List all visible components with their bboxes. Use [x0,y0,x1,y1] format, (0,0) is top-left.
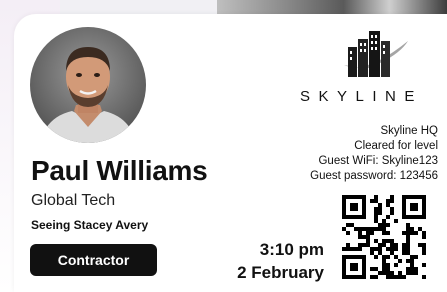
wifi-text: Guest WiFi: Skyline123 [318,155,438,167]
visitor-photo [30,27,146,143]
host-label: Seeing Stacey Avery [31,218,149,232]
location-text: Skyline HQ [380,125,438,137]
visit-time: 3:10 pm [259,240,324,259]
visitor-name: Paul Williams [31,155,208,186]
role-button[interactable]: Contractor [30,244,157,276]
qr-code-icon [342,195,426,279]
visitor-company: Global Tech [31,192,116,209]
brand-wordmark: SKYLINE [300,88,423,105]
visit-time-block: 3:10 pm 2 February [237,238,324,284]
visit-date: 2 February [237,263,324,282]
password-text: Guest password: 123456 [310,170,438,182]
clearance-text: Cleared for level [354,140,438,152]
visitor-info: Skyline HQ Cleared for level Guest WiFi:… [310,124,438,184]
skyline-buildings-logo-icon [336,27,412,81]
